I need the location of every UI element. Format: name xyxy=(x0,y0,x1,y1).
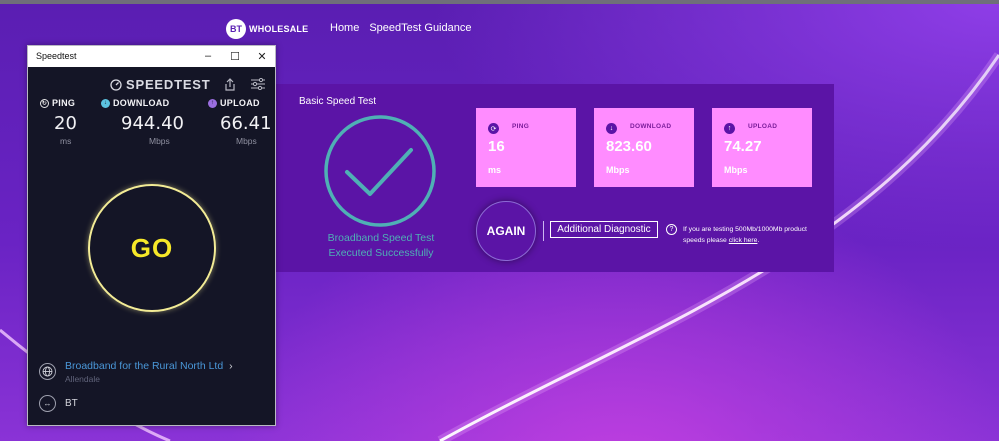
st-ping-value: 20 xyxy=(54,113,77,134)
nav-home[interactable]: Home xyxy=(330,22,359,34)
go-label: GO xyxy=(130,232,174,263)
st-ping-unit: ms xyxy=(60,136,72,146)
bt-logo-icon: BT xyxy=(226,19,246,39)
st-download-unit: Mbps xyxy=(149,136,170,146)
ping-box: ⟳ PING 16 ms xyxy=(476,108,576,187)
chevron-right-icon: › xyxy=(229,360,233,372)
upload-icon: ↑ xyxy=(208,98,217,108)
help-text: If you are testing 500Mb/1000Mb product … xyxy=(683,226,807,244)
maximize-icon[interactable]: ☐ xyxy=(225,48,245,64)
st-upload-unit: Mbps xyxy=(236,136,257,146)
download-value: 823.60 xyxy=(606,138,652,155)
server-arrows-icon: ↔ xyxy=(39,395,56,412)
ping-label: PING xyxy=(512,123,530,130)
upload-unit: Mbps xyxy=(724,165,748,175)
isp-row[interactable] xyxy=(39,363,56,380)
st-download: ↓ DOWNLOAD 944.40 Mbps xyxy=(101,98,191,146)
window-title: Speedtest xyxy=(36,51,77,61)
server-name: BT xyxy=(65,398,78,409)
additional-diagnostic-button[interactable]: Additional Diagnostic xyxy=(550,221,658,238)
help-icon[interactable]: ? xyxy=(666,224,677,235)
basic-speed-test-panel: Basic Speed Test Broadband Speed Test Ex… xyxy=(275,84,834,272)
go-button[interactable]: GO xyxy=(88,184,216,312)
click-here-link[interactable]: click here xyxy=(729,237,758,244)
st-download-value: 944.40 xyxy=(121,113,184,134)
panel-title: Basic Speed Test xyxy=(299,96,377,107)
window-titlebar[interactable]: Speedtest – ☐ ✕ xyxy=(28,46,275,67)
settings-sliders-icon[interactable] xyxy=(250,76,266,92)
download-icon: ↓ xyxy=(606,123,617,134)
isp-name-link[interactable]: Broadband for the Rural North Ltd › xyxy=(65,360,233,372)
server-row[interactable]: ↔ xyxy=(39,395,56,412)
success-line-1: Broadband Speed Test xyxy=(327,232,435,244)
st-upload-label: UPLOAD xyxy=(220,98,260,108)
minimize-icon[interactable]: – xyxy=(198,48,218,64)
upload-label: UPLOAD xyxy=(748,123,778,130)
success-check-icon xyxy=(324,115,436,227)
success-line-2: Executed Successfully xyxy=(328,247,434,259)
isp-location: Allendale xyxy=(65,374,100,384)
nav-speedtest-guidance[interactable]: SpeedTest Guidance xyxy=(369,22,471,34)
divider xyxy=(543,221,544,241)
ping-icon: ↻ xyxy=(40,98,49,108)
st-upload: ↑ UPLOAD 66.41 Mbps xyxy=(208,98,272,146)
upload-box: ↑ UPLOAD 74.27 Mbps xyxy=(712,108,812,187)
speedtest-window: Speedtest – ☐ ✕ SPEEDTEST ↻ PING 20 ms ↓… xyxy=(27,45,276,426)
st-upload-value: 66.41 xyxy=(220,113,272,134)
ping-icon: ⟳ xyxy=(488,123,499,134)
bt-wholesale-logo[interactable]: BT WHOLESALE xyxy=(226,19,308,39)
ping-value: 16 xyxy=(488,138,505,155)
download-label: DOWNLOAD xyxy=(630,123,672,130)
success-message: Broadband Speed Test Executed Successful… xyxy=(307,231,455,261)
st-ping-label: PING xyxy=(52,98,76,108)
share-icon[interactable] xyxy=(222,76,238,92)
isp-name: Broadband for the Rural North Ltd xyxy=(65,360,224,372)
download-box: ↓ DOWNLOAD 823.60 Mbps xyxy=(594,108,694,187)
globe-icon xyxy=(39,363,56,380)
again-button[interactable]: AGAIN xyxy=(476,201,536,261)
gauge-icon xyxy=(110,78,122,91)
download-icon: ↓ xyxy=(101,98,110,108)
close-icon[interactable]: ✕ xyxy=(252,48,272,64)
speedtest-logo: SPEEDTEST xyxy=(110,77,211,92)
upload-icon: ↑ xyxy=(724,123,735,134)
ping-unit: ms xyxy=(488,165,502,175)
st-ping: ↻ PING 20 ms xyxy=(40,98,90,146)
bt-nav: Home SpeedTest Guidance xyxy=(330,22,471,34)
download-unit: Mbps xyxy=(606,165,630,175)
st-download-label: DOWNLOAD xyxy=(113,98,170,108)
bt-logo-text: WHOLESALE xyxy=(249,24,309,34)
upload-value: 74.27 xyxy=(724,138,762,155)
speedtest-logo-text: SPEEDTEST xyxy=(126,77,211,92)
